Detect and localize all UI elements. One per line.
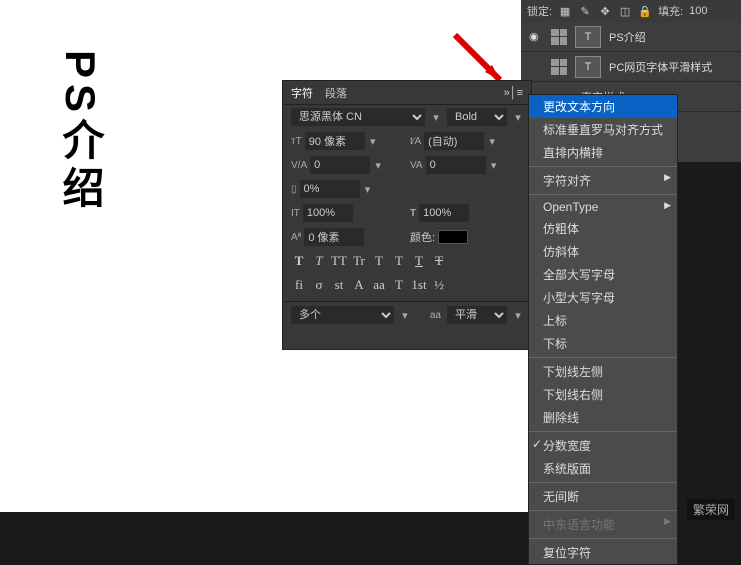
menu-item[interactable]: 小型大写字母 xyxy=(529,286,677,309)
menu-item[interactable]: 删除线 xyxy=(529,406,677,429)
grid-icon[interactable] xyxy=(551,59,567,75)
menu-item[interactable]: 下划线右侧 xyxy=(529,383,677,406)
font-size-input[interactable] xyxy=(305,132,365,150)
leading-input[interactable] xyxy=(424,132,484,150)
contextual-button[interactable]: σ xyxy=(311,277,327,293)
chevron-down-icon[interactable]: ▾ xyxy=(368,135,378,148)
menu-item: 中东语言功能 xyxy=(529,513,677,536)
chevron-down-icon[interactable]: ▾ xyxy=(400,309,410,322)
discretionary-button[interactable]: st xyxy=(331,277,347,293)
menu-item[interactable]: 下划线左侧 xyxy=(529,360,677,383)
kerning-icon: V/A xyxy=(291,160,307,171)
text-color-swatch[interactable] xyxy=(438,230,468,244)
text-style-row: T T TT Tr T T T T xyxy=(283,249,531,273)
chevron-down-icon[interactable]: ▾ xyxy=(513,309,523,322)
leading-icon: t⁄A xyxy=(410,136,421,147)
lock-pixels-icon[interactable]: ▦ xyxy=(558,4,572,18)
character-panel: 字符 段落 »│≡ 思源黑体 CN ▾ Bold ▾ тT ▾ t⁄A ▾ V/A ▾… xyxy=(282,80,532,350)
aa-icon: aa xyxy=(430,310,441,321)
vscale-icon: IT xyxy=(291,208,300,219)
visibility-icon[interactable]: ◉ xyxy=(529,30,543,43)
chevron-down-icon[interactable]: ▾ xyxy=(513,111,523,124)
menu-item[interactable]: OpenType xyxy=(529,197,677,217)
menu-item[interactable]: 全部大写字母 xyxy=(529,263,677,286)
font-size-icon: тT xyxy=(291,136,302,147)
strike-button[interactable]: T xyxy=(431,253,447,269)
menu-item[interactable]: 复位字符 xyxy=(529,541,677,564)
lock-brush-icon[interactable]: ✎ xyxy=(578,4,592,18)
layer-options-bar: 锁定: ▦ ✎ ✥ ◫ 🔒 填充: 100 xyxy=(521,0,741,22)
menu-item[interactable]: 仿粗体 xyxy=(529,217,677,240)
menu-item[interactable]: 标准垂直罗马对齐方式 xyxy=(529,118,677,141)
menu-item[interactable]: 更改文本方向 xyxy=(529,95,677,118)
layer-name[interactable]: PS介绍 xyxy=(609,29,646,45)
menu-item[interactable]: 系统版面 xyxy=(529,457,677,480)
menu-item[interactable]: 仿斜体 xyxy=(529,240,677,263)
menu-item[interactable]: 无间断 xyxy=(529,485,677,508)
underline-button[interactable]: T xyxy=(411,253,427,269)
chevron-down-icon[interactable]: ▾ xyxy=(373,159,383,172)
opentype-row: fi σ st A aa T 1st ½ xyxy=(283,273,531,297)
tracking-input[interactable] xyxy=(426,156,486,174)
grid-icon[interactable] xyxy=(551,29,567,45)
menu-item[interactable]: 直排内横排 xyxy=(529,141,677,164)
panel-flyout-menu: 更改文本方向标准垂直罗马对齐方式直排内横排字符对齐 OpenType仿粗体仿斜体全… xyxy=(528,94,678,565)
swash-button[interactable]: A xyxy=(351,277,367,293)
lock-artboard-icon[interactable]: ◫ xyxy=(618,4,632,18)
language-select[interactable]: 多个 xyxy=(291,306,394,324)
antialias-select[interactable]: 平滑 xyxy=(447,306,507,324)
ligature-button[interactable]: fi xyxy=(291,277,307,293)
bold-button[interactable]: T xyxy=(291,253,307,269)
panel-flyout-icon[interactable]: »│≡ xyxy=(504,87,523,99)
menu-item[interactable]: 下标 xyxy=(529,332,677,355)
chevron-down-icon[interactable]: ▾ xyxy=(431,111,441,124)
layer-thumb: T xyxy=(575,26,601,48)
hscale-input[interactable] xyxy=(419,204,469,222)
tsume-input[interactable] xyxy=(300,180,360,198)
italic-button[interactable]: T xyxy=(311,253,327,269)
tracking-icon: VA xyxy=(410,160,423,171)
tab-character[interactable]: 字符 xyxy=(291,85,313,101)
fill-label: 填充: xyxy=(658,3,683,19)
vertical-text-layer[interactable]: PS介绍 xyxy=(50,50,111,214)
chevron-down-icon[interactable]: ▾ xyxy=(487,135,497,148)
menu-item[interactable]: 上标 xyxy=(529,309,677,332)
watermark-text: 繁荣网 xyxy=(687,499,735,520)
hscale-icon: T xyxy=(410,208,416,219)
layer-row[interactable]: T PC网页字体平滑样式 xyxy=(521,52,741,82)
color-label: 颜色: xyxy=(410,229,435,245)
font-weight-select[interactable]: Bold xyxy=(447,108,507,126)
menu-item[interactable]: 字符对齐 xyxy=(529,169,677,192)
allcaps-button[interactable]: TT xyxy=(331,253,347,269)
baseline-input[interactable] xyxy=(304,228,364,246)
baseline-icon: Aª xyxy=(291,232,301,243)
chevron-down-icon[interactable]: ▾ xyxy=(489,159,499,172)
lock-all-icon[interactable]: 🔒 xyxy=(638,4,652,18)
lock-label: 锁定: xyxy=(527,3,552,19)
titling-button[interactable]: T xyxy=(391,277,407,293)
vscale-input[interactable] xyxy=(303,204,353,222)
kerning-input[interactable] xyxy=(310,156,370,174)
chevron-down-icon[interactable]: ▾ xyxy=(363,183,373,196)
fill-value[interactable]: 100 xyxy=(689,5,707,17)
font-family-select[interactable]: 思源黑体 CN xyxy=(291,108,425,126)
smallcaps-button[interactable]: Tr xyxy=(351,253,367,269)
layer-thumb: T xyxy=(575,56,601,78)
subscript-button[interactable]: T xyxy=(391,253,407,269)
layer-row[interactable]: ◉ T PS介绍 xyxy=(521,22,741,52)
menu-item[interactable]: 分数宽度 xyxy=(529,434,677,457)
layer-name[interactable]: PC网页字体平滑样式 xyxy=(609,59,712,75)
stylistic-button[interactable]: aa xyxy=(371,277,387,293)
tab-paragraph[interactable]: 段落 xyxy=(325,85,347,101)
fractions-button[interactable]: ½ xyxy=(431,277,447,293)
superscript-button[interactable]: T xyxy=(371,253,387,269)
lock-move-icon[interactable]: ✥ xyxy=(598,4,612,18)
ordinals-button[interactable]: 1st xyxy=(411,277,427,293)
tsume-icon: ▯ xyxy=(291,184,297,195)
